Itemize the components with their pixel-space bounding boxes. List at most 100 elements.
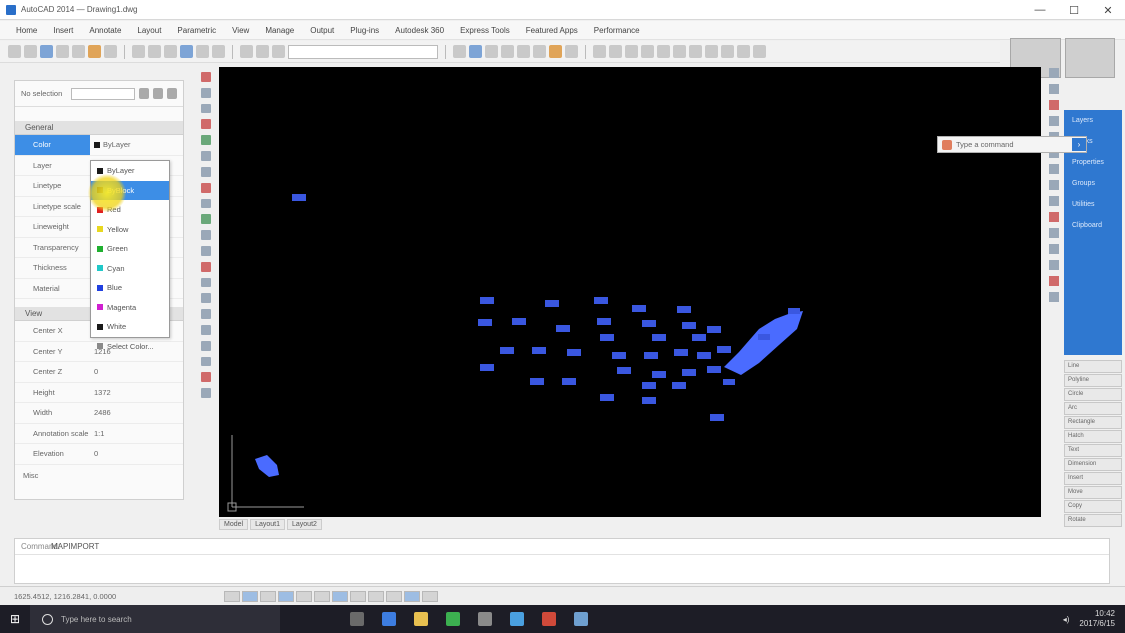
layout-tab[interactable]: Model	[219, 519, 249, 530]
toolbar-button-icon[interactable]	[88, 45, 101, 58]
palette-tool[interactable]: Hatch	[1064, 430, 1122, 443]
drafting-toggle-button[interactable]	[260, 590, 276, 602]
minimize-icon[interactable]: —	[1023, 0, 1057, 20]
map-marker[interactable]	[632, 305, 646, 312]
drafting-toggle-button[interactable]	[314, 590, 330, 602]
toggle-pickadd-icon[interactable]	[166, 88, 177, 99]
map-marker[interactable]	[480, 364, 494, 371]
map-marker[interactable]	[652, 371, 666, 378]
property-value[interactable]: 0	[90, 449, 183, 458]
palette-tool[interactable]: Line	[1064, 360, 1122, 373]
property-value[interactable]: 1:1	[90, 429, 183, 438]
toolbar-button-icon[interactable]	[593, 45, 606, 58]
drafting-toggle-button[interactable]	[296, 590, 312, 602]
modify-tool-icon[interactable]	[1049, 68, 1059, 78]
color-option[interactable]: White	[91, 317, 169, 337]
ribbon-tab[interactable]: Featured Apps	[518, 24, 586, 37]
map-marker[interactable]	[758, 334, 770, 340]
drafting-toggle-button[interactable]	[386, 590, 402, 602]
ribbon-tab[interactable]: Plug-ins	[342, 24, 387, 37]
map-marker[interactable]	[556, 325, 570, 332]
toolbar-button-icon[interactable]	[56, 45, 69, 58]
map-marker[interactable]	[612, 352, 626, 359]
property-row[interactable]: Annotation scale 1:1	[15, 424, 183, 444]
toolbar-button-icon[interactable]	[469, 45, 482, 58]
ribbon-tab[interactable]: View	[224, 24, 257, 37]
drawing-canvas[interactable]	[219, 67, 1041, 517]
palette-item[interactable]: Properties	[1064, 152, 1122, 173]
draw-tool-icon[interactable]	[201, 340, 211, 351]
modify-tool-icon[interactable]	[1049, 100, 1059, 110]
draw-tool-icon[interactable]	[201, 261, 211, 272]
draw-tool-icon[interactable]	[201, 103, 211, 114]
toolbar-button-icon[interactable]	[104, 45, 117, 58]
toolbar-button-icon[interactable]	[549, 45, 562, 58]
draw-tool-icon[interactable]	[201, 388, 211, 399]
toolbar-button-icon[interactable]	[8, 45, 21, 58]
palette-tool[interactable]: Copy	[1064, 500, 1122, 513]
drafting-toggle-button[interactable]	[404, 590, 420, 602]
map-marker[interactable]	[717, 346, 731, 353]
map-marker[interactable]	[697, 352, 711, 359]
property-row[interactable]: Color ByLayer	[15, 135, 183, 156]
selection-dropdown[interactable]	[70, 87, 135, 100]
modify-tool-icon[interactable]	[1049, 276, 1059, 286]
palette-tool[interactable]: Rectangle	[1064, 416, 1122, 429]
map-marker[interactable]	[644, 352, 658, 359]
palette-tool[interactable]: Move	[1064, 486, 1122, 499]
toolbar-button-icon[interactable]	[164, 45, 177, 58]
toolbar-button-icon[interactable]	[24, 45, 37, 58]
draw-tool-icon[interactable]	[201, 182, 211, 193]
draw-tool-icon[interactable]	[201, 309, 211, 319]
palette-item[interactable]: Groups	[1064, 173, 1122, 194]
clock[interactable]: 10:42 2017/6/15	[1079, 609, 1115, 629]
property-row[interactable]: Width 2486	[15, 403, 183, 424]
thumbnail[interactable]	[1064, 38, 1115, 78]
toolbar-button-icon[interactable]	[641, 45, 654, 58]
color-option[interactable]: Select Color...	[91, 337, 169, 357]
property-value[interactable]: 1372	[90, 388, 183, 397]
map-marker[interactable]	[642, 320, 656, 327]
layout-tab[interactable]: Layout2	[287, 519, 322, 530]
drawing-area[interactable]	[219, 67, 1041, 517]
map-marker[interactable]	[594, 297, 608, 304]
map-marker[interactable]	[597, 318, 611, 325]
modify-tool-icon[interactable]	[1049, 244, 1059, 254]
map-marker[interactable]	[692, 334, 706, 341]
modify-tool-icon[interactable]	[1049, 180, 1059, 190]
map-marker[interactable]	[723, 379, 735, 385]
draw-tool-icon[interactable]	[201, 151, 211, 161]
toolbar-button-icon[interactable]	[609, 45, 622, 58]
draw-tool-icon[interactable]	[201, 72, 211, 82]
map-marker[interactable]	[532, 347, 546, 354]
close-icon[interactable]: ✕	[1091, 0, 1125, 20]
ribbon-tab[interactable]: Home	[8, 24, 45, 37]
draw-tool-icon[interactable]	[201, 325, 211, 335]
palette-tool[interactable]: Arc	[1064, 402, 1122, 415]
ribbon-tab[interactable]: Output	[302, 24, 342, 37]
ribbon-tab[interactable]: Performance	[586, 24, 648, 37]
drafting-toggle-button[interactable]	[278, 590, 294, 602]
drafting-toggle-button[interactable]	[332, 590, 348, 602]
select-objects-icon[interactable]	[152, 88, 163, 99]
ribbon-tab[interactable]: Insert	[45, 24, 81, 37]
toolbar-button-icon[interactable]	[657, 45, 670, 58]
property-value[interactable]: ByLayer	[90, 140, 183, 149]
modify-tool-icon[interactable]	[1049, 116, 1059, 126]
toolbar-button-icon[interactable]	[72, 45, 85, 58]
map-marker[interactable]	[682, 322, 696, 329]
ribbon-tab[interactable]: Annotate	[81, 24, 129, 37]
toolbar-button-icon[interactable]	[485, 45, 498, 58]
map-marker[interactable]	[788, 308, 800, 314]
layout-tab[interactable]: Layout1	[250, 519, 285, 530]
drafting-toggle-button[interactable]	[242, 590, 258, 602]
start-icon[interactable]: ⊞	[0, 605, 30, 633]
draw-tool-icon[interactable]	[201, 166, 211, 177]
palette-item[interactable]: Utilities	[1064, 194, 1122, 215]
ribbon-tab[interactable]: Parametric	[169, 24, 224, 37]
toolbar-button-icon[interactable]	[180, 45, 193, 58]
map-marker[interactable]	[545, 300, 559, 307]
color-option[interactable]: Yellow	[91, 220, 169, 240]
command-input[interactable]	[15, 554, 1109, 568]
drafting-toggle-button[interactable]	[224, 590, 240, 602]
